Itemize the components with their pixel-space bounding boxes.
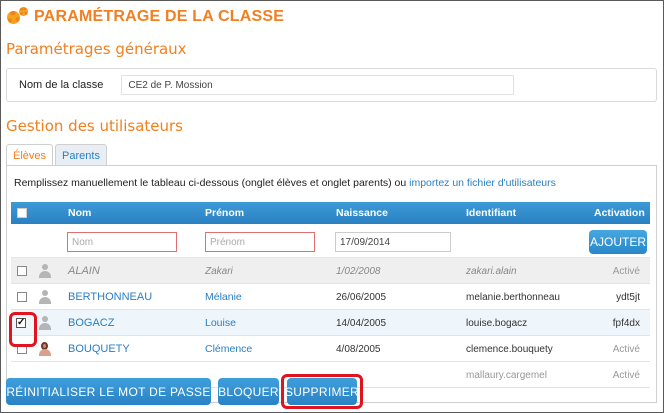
checkbox-highlight: [9, 312, 37, 347]
student-activation: fpf4dx: [612, 318, 640, 329]
table-row[interactable]: BOUQUETY Clémence 4/08/2005 clemence.bou…: [11, 336, 650, 362]
instructions: Remplissez manuellement le tableau ci-de…: [14, 177, 556, 189]
student-identifiant: clemence.bouquety: [466, 344, 553, 355]
table-row[interactable]: BERTHONNEAU Mélanie 26/06/2005 melanie.b…: [11, 284, 650, 310]
student-nom[interactable]: BOGACZ: [68, 317, 114, 329]
student-identifiant: melanie.berthonneau: [466, 292, 560, 303]
person-icon: [38, 316, 52, 330]
page-header: PARAMÉTRAGE DE LA CLASSE: [6, 6, 284, 28]
student-naissance: 4/08/2005: [336, 344, 381, 355]
row-checkbox[interactable]: [17, 292, 27, 302]
new-date-input[interactable]: 17/09/2014: [335, 232, 451, 252]
new-prenom-input[interactable]: Prénom: [205, 232, 315, 252]
new-nom-input[interactable]: Nom: [67, 232, 177, 252]
student-naissance: 1/02/2008: [336, 266, 381, 277]
student-nom[interactable]: ALAIN: [68, 265, 100, 277]
student-prenom: Mélanie: [205, 291, 242, 303]
tab-eleves[interactable]: Élèves: [6, 144, 54, 166]
col-prenom[interactable]: Prénom: [205, 207, 244, 219]
block-button[interactable]: BLOQUER: [218, 378, 279, 405]
class-name-input[interactable]: CE2 de P. Mossion: [121, 75, 515, 95]
user-tabs: Élèves Parents: [6, 144, 107, 166]
student-naissance: 26/06/2005: [336, 292, 387, 303]
page-title: PARAMÉTRAGE DE LA CLASSE: [34, 8, 285, 25]
student-naissance: 14/04/2005: [336, 318, 387, 329]
class-name-box: Nom de la classe CE2 de P. Mossion: [6, 68, 657, 102]
delete-highlight: [281, 374, 363, 409]
select-all-checkbox[interactable]: [17, 208, 27, 218]
student-nom[interactable]: BERTHONNEAU: [68, 291, 152, 303]
add-student-row: Nom Prénom 17/09/2014 AJOUTER: [11, 224, 650, 258]
instructions-text: Remplissez manuellement le tableau ci-de…: [14, 177, 407, 189]
user-management-title: Gestion des utilisateurs: [6, 117, 183, 135]
table-row[interactable]: ALAIN Zakari 1/02/2008 zakari.alain Acti…: [11, 258, 650, 284]
col-activation[interactable]: Activation: [594, 207, 645, 219]
student-prenom: Clémence: [205, 343, 253, 355]
person-icon: [38, 290, 52, 304]
student-activation: ydt5jt: [616, 292, 640, 303]
tab-parents[interactable]: Parents: [55, 144, 107, 166]
student-identifiant: zakari.alain: [466, 266, 517, 277]
general-settings-title: Paramétrages généraux: [6, 40, 187, 58]
student-nom[interactable]: BOUQUETY: [68, 343, 130, 355]
student-prenom: Louise: [205, 317, 236, 329]
class-name-label: Nom de la classe: [19, 79, 104, 91]
table-row[interactable]: ✓ BOGACZ Louise 14/04/2005 louise.bogacz…: [11, 310, 650, 336]
import-users-link[interactable]: importez un fichier d'utilisateurs: [409, 177, 556, 189]
gears-icon: [6, 6, 32, 28]
add-button[interactable]: AJOUTER: [589, 230, 647, 254]
students-panel: Remplissez manuellement le tableau ci-de…: [6, 166, 657, 403]
col-naissance[interactable]: Naissance: [336, 207, 388, 219]
col-identifiant[interactable]: Identifiant: [466, 207, 516, 219]
student-activation: Activé: [612, 266, 640, 277]
reset-password-button[interactable]: RÉINITIALISER LE MOT DE PASSE: [6, 378, 211, 405]
student-identifiant: louise.bogacz: [466, 318, 528, 329]
girl-avatar-icon: [38, 342, 52, 356]
person-icon: [38, 264, 52, 278]
student-activation: Activé: [612, 344, 640, 355]
student-prenom: Zakari: [205, 266, 233, 277]
col-nom[interactable]: Nom: [68, 207, 91, 219]
row-checkbox[interactable]: [17, 266, 27, 276]
table-header: Nom Prénom Naissance Identifiant Activat…: [11, 202, 650, 224]
